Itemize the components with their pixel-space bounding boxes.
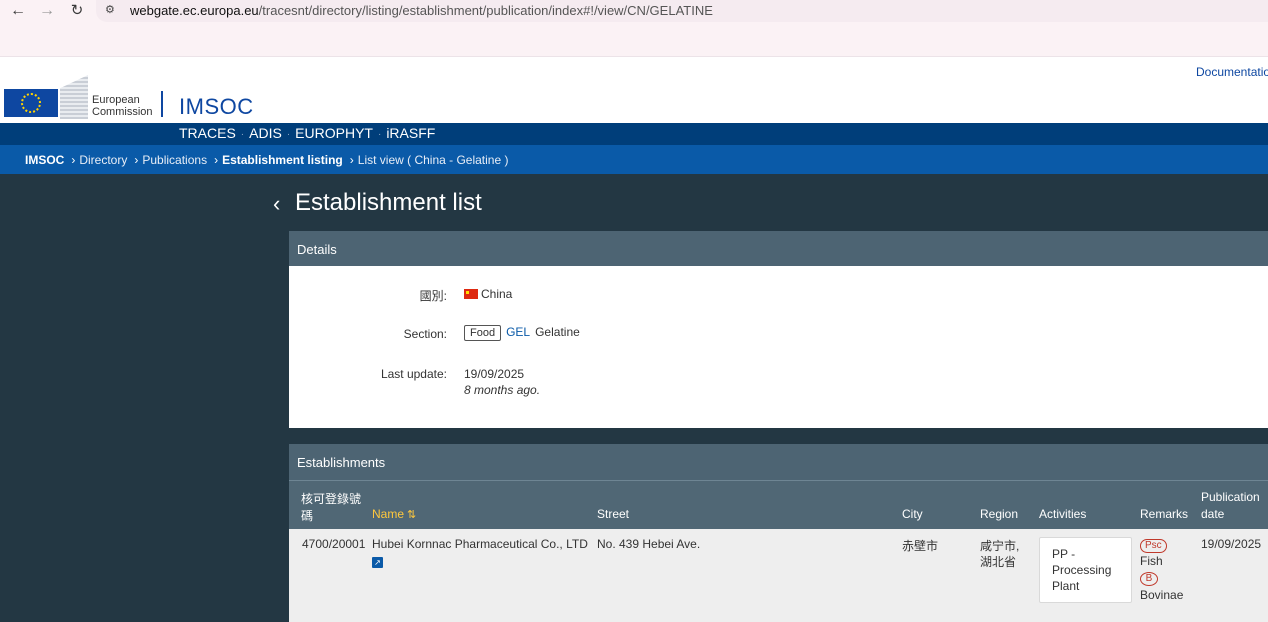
table-header: 核可登錄號 碼 Name ⇅ Street City Region Activit… [289,480,1268,529]
activity-line3: Plant [1052,579,1080,593]
remark-badge-b: B [1140,570,1158,586]
app-title[interactable]: IMSOC [179,94,254,120]
section-tag: Food [464,325,502,341]
section-code: GEL [506,325,531,339]
last-update-label: Last update: [380,367,447,381]
col-publication-date-line2: date [1201,507,1225,521]
last-update-date: 19/09/2025 [464,367,525,381]
cell-name: Hubei Kornnac Pharmaceutical Co., LTD [372,537,588,551]
details-panel-header: Details [289,231,1268,266]
eu-flag-icon [4,89,58,117]
cell-city: 赤壁市 [902,539,939,553]
col-approval-number[interactable]: 核可登錄號 [301,490,361,507]
country-label: 國別: [419,289,447,303]
cell-region-line2: 湖北省 [980,555,1017,569]
arrow-left-icon[interactable]: ← [9,0,27,22]
chevron-right-icon: › [349,153,354,167]
col-publication-date[interactable]: Publication [1201,490,1260,504]
berlaymont-icon [60,75,88,119]
apps-separator: · [377,128,382,140]
url-text[interactable]: webgate.ec.europa.eu/tracesnt/directory/… [130,3,713,18]
col-approval-number-line2: 碼 [301,509,314,523]
cell-publication-date: 19/09/2025 [1201,537,1262,551]
establishments-heading: Establishments [297,455,386,470]
documentation-link[interactable]: Documentatio [1196,65,1268,79]
section-label: Section: [403,327,447,341]
external-link-icon[interactable]: ↗ [372,554,383,568]
chevron-right-icon: › [134,153,139,167]
activity-line1: PP - [1052,547,1076,561]
apps-separator: · [240,128,245,140]
breadcrumb-directory[interactable]: Directory [79,153,127,167]
address-bar[interactable]: ⚙ webgate.ec.europa.eu/tracesnt/director… [96,0,1268,22]
details-heading: Details [297,242,337,257]
col-region[interactable]: Region [980,507,1018,521]
remark-text-fish: Fish [1140,554,1163,568]
sidebar [0,174,272,622]
col-street[interactable]: Street [597,507,629,521]
arrow-right-icon[interactable]: → [38,0,56,22]
col-city[interactable]: City [902,507,923,521]
site-header: European Commission IMSOC Documentatio [0,56,1268,123]
activity-line2: Processing [1052,563,1112,577]
site-settings-icon[interactable]: ⚙ [105,3,115,16]
app-link-traces[interactable]: TRACES [179,125,236,141]
remark-text-bovinae: Bovinae [1140,588,1184,602]
col-name[interactable]: Name ⇅ [372,507,416,521]
sort-icon[interactable]: ⇅ [407,509,416,521]
chevron-left-icon[interactable]: ‹ [273,191,280,217]
section-value: Food GEL Gelatine [464,325,580,341]
col-activities[interactable]: Activities [1039,507,1086,521]
breadcrumb-establishment-listing[interactable]: Establishment listing [222,153,343,167]
breadcrumb-root[interactable]: IMSOC [25,153,64,167]
table-row[interactable]: 4700/20001 Hubei Kornnac Pharmaceutical … [289,529,1268,622]
breadcrumb: IMSOC › Directory › Publications › Establishme… [0,145,1268,174]
cell-street: No. 439 Hebei Ave. [597,537,701,551]
cell-region-line1: 咸宁市, [980,539,1020,553]
org-name-line1: European [92,94,140,106]
details-panel: 國別: China Section: Food GEL Gelatine Last … [289,266,1268,428]
app-link-adis[interactable]: ADIS [249,125,282,141]
page-title: Establishment list [295,189,482,216]
country-value: China [464,287,512,301]
apps-separator: · [286,128,291,140]
cell-approval-number: 4700/20001 [302,537,366,551]
last-update-ago: 8 months ago. [464,383,541,397]
app-link-europhyt[interactable]: EUROPHYT [295,125,373,141]
establishments-panel-header: Establishments [289,444,1268,480]
browser-toolbar: ← → ↻ ⚙ webgate.ec.europa.eu/tracesnt/di… [0,0,1268,56]
breadcrumb-publications[interactable]: Publications [142,153,207,167]
chevron-right-icon: › [214,153,219,167]
chevron-right-icon: › [71,153,76,167]
reload-icon[interactable]: ↻ [68,0,86,22]
col-remarks[interactable]: Remarks [1140,507,1188,521]
breadcrumb-current: List view ( China - Gelatine ) [357,153,509,167]
remark-badge-psc: Psc [1140,537,1167,553]
european-commission-logo[interactable]: European Commission [4,75,163,119]
org-name-line2: Commission [92,106,153,118]
app-link-irasff[interactable]: iRASFF [386,125,435,141]
apps-nav: TRACES · ADIS · EUROPHYT · iRASFF [0,123,1268,145]
china-flag-icon [464,289,478,299]
logo-divider [161,91,163,117]
section-name: Gelatine [535,325,580,339]
activity-box: PP - Processing Plant [1039,537,1132,603]
